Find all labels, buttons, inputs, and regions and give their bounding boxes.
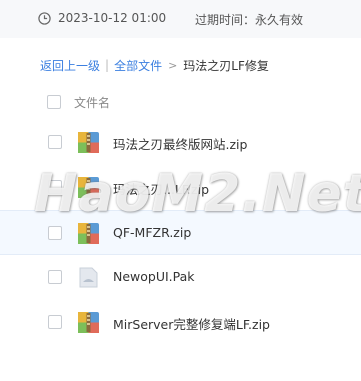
zip-archive-icon [78,177,99,198]
file-checkbox[interactable] [48,270,62,284]
all-files-link[interactable]: 全部文件 [114,57,162,74]
file-name[interactable]: NewopUI.Pak [113,269,195,284]
clock-icon [38,12,51,25]
file-checkbox[interactable] [48,135,62,149]
file-checkbox[interactable] [48,180,62,194]
breadcrumb: 返回上一级 | 全部文件 > 玛法之刃LF修复 [40,56,269,74]
file-checkbox[interactable] [48,226,62,240]
generic-file-icon [79,267,98,288]
file-name[interactable]: 玛法之刃最终版网站.zip [113,134,247,153]
share-meta-bar: 2023-10-12 01:00 过期时间：永久有效 [0,0,361,38]
filename-column-header: 文件名 [74,96,111,110]
current-folder-label: 玛法之刃LF修复 [183,58,269,73]
file-row[interactable]: NewopUI.Pak [0,255,361,300]
file-list-header: 文件名 [0,86,361,118]
back-link[interactable]: 返回上一级 [40,57,100,74]
share-timestamp: 2023-10-12 01:00 [58,11,167,25]
share-file-page: 2023-10-12 01:00 过期时间：永久有效 返回上一级 | 全部文件 … [0,0,361,381]
breadcrumb-separator: | [105,58,110,72]
file-checkbox[interactable] [48,315,62,329]
zip-archive-icon [78,132,99,153]
zip-archive-icon [78,312,99,333]
file-row[interactable]: MirServer完整修复端LF.zip [0,300,361,345]
file-row[interactable]: QF-MFZR.zip [0,210,361,255]
file-name[interactable]: 玛法之刃...LF.zip [113,179,209,198]
zip-archive-icon [78,223,99,244]
breadcrumb-arrow: > [168,58,178,72]
file-row[interactable]: 玛法之刃...LF.zip [0,165,361,210]
expire-label: 过期时间：永久有效 [195,13,304,27]
file-name[interactable]: MirServer完整修复端LF.zip [113,314,270,333]
select-all-checkbox[interactable] [47,95,61,109]
file-name[interactable]: QF-MFZR.zip [113,225,191,240]
file-row[interactable]: 玛法之刃最终版网站.zip [0,120,361,165]
